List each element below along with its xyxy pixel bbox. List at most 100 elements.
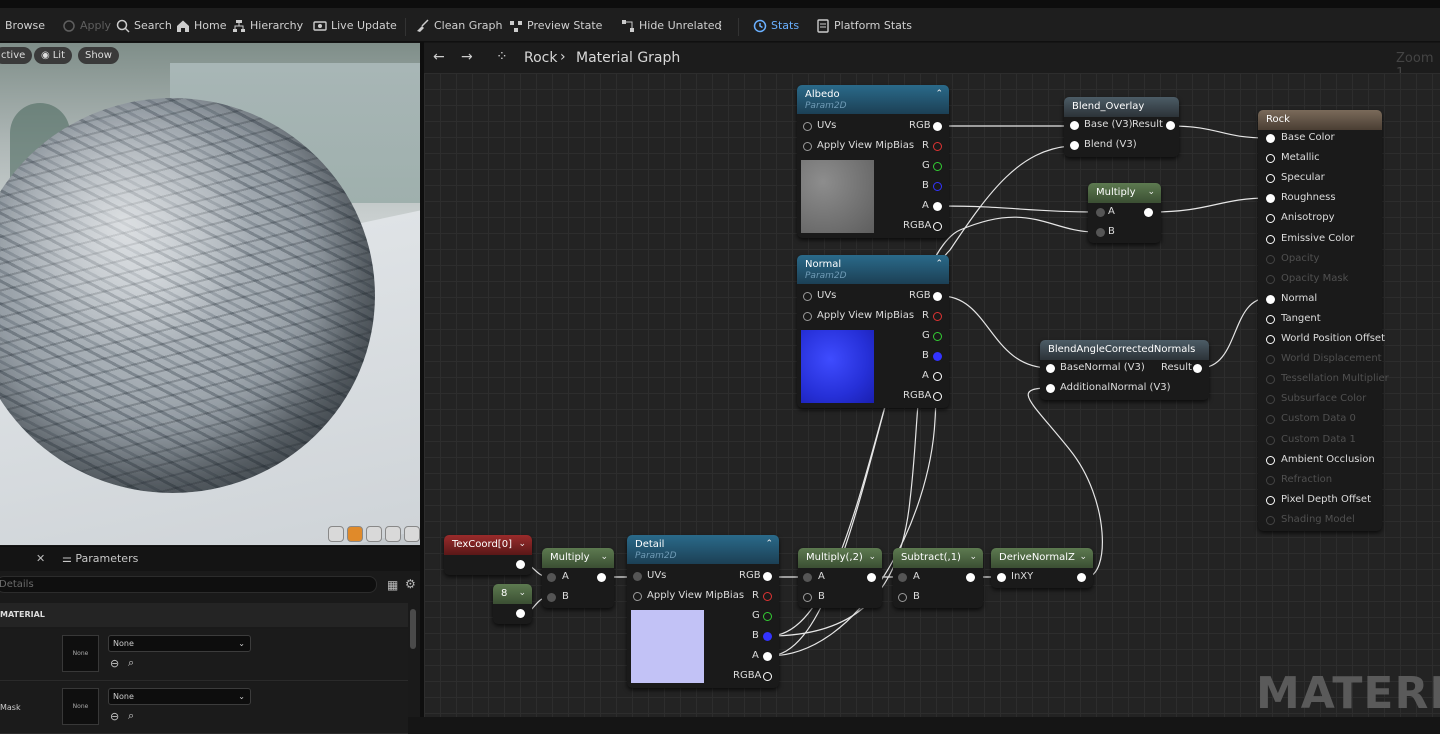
output-pin-r[interactable] xyxy=(933,142,942,151)
collapse-chevron-icon[interactable]: ⌃ xyxy=(935,259,943,269)
albedo-texture-node[interactable]: Albedo Param2D ⌃ UVs Apply View MipBias RG… xyxy=(797,85,949,238)
collapse-chevron-icon[interactable]: ⌃ xyxy=(765,539,773,549)
input-pin[interactable] xyxy=(803,122,812,131)
rock-input-pin[interactable] xyxy=(1266,194,1275,204)
derive-normalz-header[interactable]: DeriveNormalZ ⌄ xyxy=(991,548,1093,568)
output-pin-result[interactable] xyxy=(1193,364,1202,373)
output-pin-b[interactable] xyxy=(933,352,942,361)
texture-asset-dropdown[interactable]: None ⌄ xyxy=(108,688,251,705)
texture-thumbnail[interactable]: None xyxy=(62,688,99,725)
rock-input-pin[interactable] xyxy=(1266,314,1275,324)
apply-button[interactable]: Apply xyxy=(62,17,111,34)
output-pin-rgb[interactable] xyxy=(933,122,942,131)
grid-view-icon[interactable]: ▦ xyxy=(387,578,398,592)
output-pin-a[interactable] xyxy=(763,652,772,661)
forward-arrow-icon[interactable]: → xyxy=(461,49,473,65)
input-pin-base[interactable] xyxy=(1070,121,1079,130)
rock-input-pin[interactable] xyxy=(1266,134,1275,143)
constant-node[interactable]: 8 ⌄ xyxy=(493,584,532,624)
blend-angle-header[interactable]: BlendAngleCorrectedNormals xyxy=(1040,340,1209,360)
lit-mode-chip[interactable]: ◉ Lit xyxy=(34,47,73,64)
rock-input-pin[interactable] xyxy=(1266,455,1275,465)
texture-thumbnail[interactable]: None xyxy=(62,635,99,672)
rock-input-pin[interactable] xyxy=(1266,234,1275,244)
multiply-2-header[interactable]: Multiply(,2) ⌄ xyxy=(798,548,882,568)
input-pin[interactable] xyxy=(803,292,812,301)
rock-node-header[interactable]: Rock xyxy=(1258,110,1382,130)
output-pin-g[interactable] xyxy=(933,332,942,341)
rock-material-result-node[interactable]: Rock Base Color Metallic Specular Roughness… xyxy=(1258,110,1389,531)
preview-state-button[interactable]: Preview State xyxy=(509,17,602,34)
browse-asset-search-icon[interactable]: ⌕ xyxy=(128,709,134,723)
rock-input-pin[interactable] xyxy=(1266,415,1275,425)
breadcrumb-root[interactable]: Rock xyxy=(524,50,557,66)
details-scrollbar[interactable] xyxy=(410,609,416,649)
input-pin-a[interactable] xyxy=(547,573,556,582)
output-pin-r[interactable] xyxy=(933,312,942,321)
chevron-down-icon[interactable]: ⌄ xyxy=(518,588,526,598)
chevron-down-icon[interactable]: ⌄ xyxy=(600,552,608,562)
rock-input-pin[interactable] xyxy=(1266,475,1275,485)
multiply-node[interactable]: Multiply ⌄ A B xyxy=(542,548,614,608)
input-pin-b[interactable] xyxy=(1096,228,1105,237)
settings-gear-icon[interactable]: ⚙ xyxy=(405,577,416,591)
output-pin-a[interactable] xyxy=(933,372,942,381)
input-pin-a[interactable] xyxy=(898,573,907,582)
clean-graph-button[interactable]: Clean Graph xyxy=(416,17,502,34)
rock-input-pin[interactable] xyxy=(1266,254,1275,264)
hierarchy-button[interactable]: Hierarchy xyxy=(232,17,303,34)
albedo-node-header[interactable]: Albedo Param2D ⌃ xyxy=(797,85,949,114)
output-pin-rgb[interactable] xyxy=(763,572,772,581)
cylinder-mesh-button[interactable] xyxy=(328,526,344,542)
output-pin[interactable] xyxy=(516,560,525,569)
rock-input-pin[interactable] xyxy=(1266,515,1275,525)
rock-input-pin[interactable] xyxy=(1266,294,1275,304)
blend-overlay-header[interactable]: Blend_Overlay xyxy=(1064,97,1179,117)
output-pin-rgba[interactable] xyxy=(763,672,772,681)
output-pin-a[interactable] xyxy=(933,202,942,211)
rock-input-pin[interactable] xyxy=(1266,214,1275,224)
input-pin-basenormal[interactable] xyxy=(1046,364,1055,373)
preview-viewport[interactable]: ctive ◉ Lit Show xyxy=(0,43,420,545)
output-pin[interactable] xyxy=(966,573,975,582)
browse-asset-search-icon[interactable]: ⌕ xyxy=(128,656,134,670)
rock-input-pin[interactable] xyxy=(1266,274,1275,284)
multiply-header[interactable]: Multiply ⌄ xyxy=(1088,183,1161,203)
search-button[interactable]: Search xyxy=(116,17,172,34)
rock-input-pin[interactable] xyxy=(1266,435,1275,445)
blend-angle-corrected-normals-node[interactable]: BlendAngleCorrectedNormals BaseNormal (V… xyxy=(1040,340,1209,400)
input-pin-inxy[interactable] xyxy=(997,573,1006,582)
subtract-header[interactable]: Subtract(,1) ⌄ xyxy=(893,548,983,568)
back-arrow-icon[interactable]: ← xyxy=(433,49,445,65)
output-pin[interactable] xyxy=(1144,208,1153,217)
home-button[interactable]: Home xyxy=(176,17,226,34)
rock-input-pin[interactable] xyxy=(1266,335,1275,344)
chevron-down-icon[interactable]: ⌄ xyxy=(1079,552,1087,562)
input-pin-b[interactable] xyxy=(547,593,556,602)
output-pin-g[interactable] xyxy=(933,162,942,171)
input-pin-additionalnormal[interactable] xyxy=(1046,384,1055,393)
input-pin[interactable] xyxy=(803,312,812,321)
output-pin[interactable] xyxy=(516,609,525,618)
toolbar-overflow-menu[interactable]: ⋮ xyxy=(715,17,726,34)
output-pin[interactable] xyxy=(867,573,876,582)
show-chip[interactable]: Show xyxy=(78,47,119,64)
details-search-input[interactable]: Details xyxy=(0,576,377,593)
input-pin[interactable] xyxy=(633,572,642,581)
rock-input-pin[interactable] xyxy=(1266,375,1275,385)
output-pin-result[interactable] xyxy=(1166,121,1175,130)
texture-asset-dropdown[interactable]: None ⌄ xyxy=(108,635,251,652)
sphere-mesh-button[interactable] xyxy=(347,526,363,542)
rock-input-pin[interactable] xyxy=(1266,154,1275,164)
detail-texture-node[interactable]: Detail Param2D ⌃ UVs Apply View MipBias RG… xyxy=(627,535,779,688)
custom-mesh-button[interactable] xyxy=(404,526,420,542)
output-pin[interactable] xyxy=(597,573,606,582)
multiply-by-2-node[interactable]: Multiply(,2) ⌄ A B xyxy=(798,548,882,608)
derive-normalz-node[interactable]: DeriveNormalZ ⌄ InXY xyxy=(991,548,1093,588)
input-pin-b[interactable] xyxy=(803,593,812,602)
normal-texture-node[interactable]: Normal Param2D ⌃ UVs Apply View MipBias RG… xyxy=(797,255,949,408)
output-pin-rgb[interactable] xyxy=(933,292,942,301)
input-pin[interactable] xyxy=(803,142,812,151)
live-update-button[interactable]: Live Update xyxy=(313,17,397,34)
browse-button[interactable]: Browse xyxy=(5,17,45,34)
